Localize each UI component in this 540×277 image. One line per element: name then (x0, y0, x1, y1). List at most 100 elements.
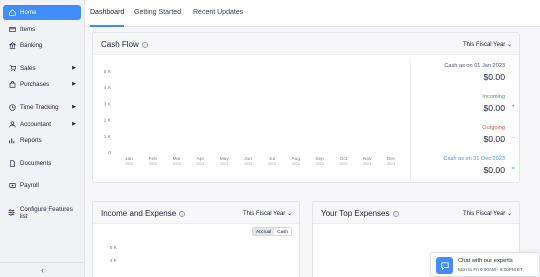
sidebar-item-label: Configure Features list (19, 205, 73, 220)
income-expense-period-label: This Fiscal Year (242, 211, 286, 217)
home-icon (8, 9, 16, 17)
y-tick-label: 2 K (104, 118, 112, 124)
payroll-icon (8, 182, 16, 190)
clock-icon (8, 104, 16, 112)
tab-getting-started[interactable]: Getting Started (134, 9, 181, 27)
sidebar-item-accountant[interactable]: Accountant ▶ (3, 117, 81, 132)
sidebar-item-label: Accountant (20, 121, 51, 128)
cash-flow-period-label: This Fiscal Year (462, 42, 506, 48)
x-tick-year: 2023 (244, 162, 252, 166)
sidebar-item-label: Payroll (20, 182, 39, 189)
info-icon[interactable]: ? (141, 41, 148, 48)
sidebar-item-label: Home (20, 9, 37, 16)
items-icon (8, 26, 16, 34)
cash-flow-chart: 5 K4 K3 K2 K1 K0Jan2023Feb2023Mar2023Apr… (104, 69, 396, 166)
cash-end-sign: = (511, 166, 515, 172)
sidebar-item-label: Items (20, 26, 36, 33)
income-expense-title-wrap: Income and Expense? (101, 209, 186, 218)
cash-flow-period-select[interactable]: This Fiscal Year ⌄ (463, 41, 512, 48)
documents-icon (8, 160, 16, 168)
x-tick-year: 2023 (268, 162, 276, 166)
x-tick-year: 2023 (125, 162, 133, 166)
x-tick-year: 2023 (220, 162, 228, 166)
top-expenses-title-wrap: Your Top Expenses? (321, 209, 399, 218)
tab-dashboard[interactable]: Dashboard (90, 9, 125, 27)
info-icon[interactable]: ? (392, 210, 399, 217)
configure-icon (8, 209, 16, 217)
sidebar-item-configure-features-list[interactable]: Configure Features list (3, 205, 81, 220)
accrual-cash-toggle: Accrual Cash (251, 227, 292, 236)
sidebar-item-documents[interactable]: Documents (3, 156, 81, 171)
sidebar-item-payroll[interactable]: Payroll (3, 178, 81, 193)
income-expense-card: Income and Expense? This Fiscal Year ⌄ A… (92, 201, 300, 277)
dashboard-tabs: Dashboard Getting Started Recent Updates (85, 0, 540, 27)
chat-widget[interactable]: Chat with our experts Mon to Fri 9:00AM … (430, 252, 540, 277)
caret-right-icon: ▶ (72, 121, 76, 127)
cash-toggle[interactable]: Cash (274, 228, 291, 235)
chevron-down-icon: ⌄ (506, 42, 512, 48)
bag-icon (8, 81, 16, 89)
income-expense-header: Income and Expense? This Fiscal Year ⌄ (93, 202, 299, 224)
income-expense-period-select[interactable]: This Fiscal Year ⌄ (243, 210, 292, 217)
cash-start-label: Cash as on 01 Jan 2023 (444, 63, 505, 69)
chat-icon[interactable] (436, 257, 453, 274)
outgoing-sign: - (513, 135, 515, 141)
sidebar: Home Items Banking Sales ▶ Purchases ▶ Time Tra… (0, 0, 85, 277)
x-tick-year: 2023 (363, 162, 371, 166)
sidebar-item-label: Banking (20, 42, 43, 49)
income-expense-title: Income and Expense (101, 209, 177, 218)
sidebar-item-label: Purchases (20, 81, 50, 88)
x-tick-year: 2023 (196, 162, 204, 166)
sidebar-item-time-tracking[interactable]: Time Tracking ▶ (3, 100, 81, 115)
caret-right-icon: ▶ (72, 65, 76, 71)
x-tick-year: 2023 (149, 162, 157, 166)
x-tick-year: 2023 (387, 162, 395, 166)
reports-icon (8, 137, 16, 145)
y-tick-label: 4 K (110, 258, 118, 264)
caret-right-icon: ▶ (72, 81, 76, 87)
sidebar-item-label: Sales (20, 65, 36, 72)
top-expenses-header: Your Top Expenses? This Fiscal Year ⌄ (313, 202, 519, 224)
cash-flow-title: Cash Flow (101, 40, 139, 49)
sidebar-item-label: Documents (20, 160, 52, 167)
chevron-down-icon: ⌄ (286, 211, 292, 217)
caret-right-icon: ▶ (72, 104, 76, 110)
chevron-down-icon: ⌄ (506, 211, 512, 217)
y-tick-label: 0 (108, 150, 111, 156)
cash-start-amount: $0.00 (483, 72, 505, 82)
cash-end-amount: $0.00 (483, 165, 505, 175)
info-icon[interactable]: ? (179, 210, 186, 217)
top-expenses-period-label: This Fiscal Year (462, 211, 506, 217)
cart-icon (8, 65, 16, 73)
x-tick-year: 2023 (173, 162, 181, 166)
y-tick-label: 5 K (110, 245, 118, 251)
sidebar-item-home[interactable]: Home (3, 5, 81, 20)
incoming-label: Incoming (482, 94, 505, 100)
chat-title: Chat with our experts (458, 258, 513, 264)
outgoing-amount: $0.00 (483, 134, 505, 144)
sidebar-item-sales[interactable]: Sales ▶ (3, 61, 81, 76)
x-tick-year: 2023 (316, 162, 324, 166)
cash-flow-summary: Cash as on 01 Jan 2023 $0.00 Incoming $0… (410, 61, 519, 181)
sidebar-item-items[interactable]: Items (3, 22, 81, 37)
sidebar-item-purchases[interactable]: Purchases ▶ (3, 77, 81, 92)
chevron-left-icon: ‹ (41, 265, 44, 275)
bank-icon (8, 42, 16, 50)
sidebar-item-label: Time Tracking (20, 104, 59, 111)
cash-end-label: Cash as on 31 Dec 2023 (443, 156, 505, 162)
y-tick-label: 5 K (104, 69, 112, 75)
sidebar-collapse-button[interactable]: ‹ (0, 262, 85, 277)
sidebar-item-banking[interactable]: Banking (3, 38, 81, 53)
y-tick-label: 1 K (104, 134, 112, 140)
cash-flow-header: Cash Flow? This Fiscal Year ⌄ (93, 33, 519, 55)
accrual-toggle[interactable]: Accrual (252, 228, 275, 235)
cash-flow-title-wrap: Cash Flow? (101, 40, 148, 49)
sidebar-item-reports[interactable]: Reports (3, 133, 81, 148)
y-tick-label: 4 K (104, 85, 112, 91)
incoming-amount: $0.00 (483, 103, 505, 113)
top-expenses-period-select[interactable]: This Fiscal Year ⌄ (463, 210, 512, 217)
sidebar-item-label: Reports (20, 137, 42, 144)
user-icon (8, 121, 16, 129)
tab-recent-updates[interactable]: Recent Updates (193, 9, 243, 27)
income-expense-chart: 5 K 4 K (110, 245, 118, 264)
